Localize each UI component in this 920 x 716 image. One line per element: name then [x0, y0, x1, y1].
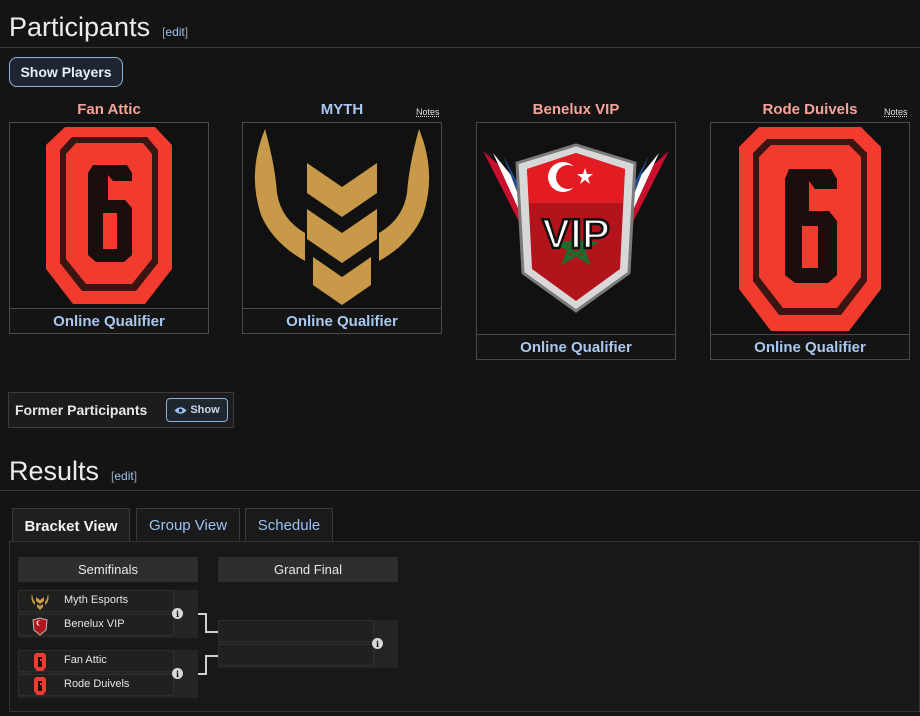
notes-myth[interactable]: Notes	[416, 107, 440, 117]
match-team-row-empty[interactable]	[218, 644, 374, 666]
participants-divider	[0, 47, 920, 48]
benelux-vip-logo-icon: VIP	[483, 143, 669, 313]
rainbow-six-logo-icon	[739, 127, 881, 331]
results-edit-link[interactable]: edit	[114, 469, 133, 483]
team-name-myth[interactable]: MYTH	[242, 101, 442, 118]
match-team-name: Benelux VIP	[64, 618, 125, 630]
qualifier-rode-duivels[interactable]: Online Qualifier	[710, 334, 910, 360]
match-info-icon[interactable]: i	[172, 668, 183, 679]
results-heading: Results [edit]	[9, 456, 137, 487]
participants-edit: [edit]	[162, 25, 189, 39]
match-team-row[interactable]: Benelux VIP	[18, 614, 174, 636]
match-semifinal-1[interactable]: Myth Esports Benelux VIP i	[18, 590, 198, 638]
match-team-row[interactable]: Myth Esports	[18, 590, 174, 612]
former-participants-show-label: Show	[190, 404, 220, 416]
participants-title: Participants	[9, 12, 151, 42]
round-header-semifinals: Semifinals	[18, 557, 198, 582]
team-name-fan-attic[interactable]: Fan Attic	[9, 101, 209, 118]
benelux-vip-logo-icon	[32, 617, 48, 636]
former-participants-box: Former Participants Show	[8, 392, 234, 428]
tab-group-view[interactable]: Group View	[136, 508, 240, 542]
match-team-row-empty[interactable]	[218, 620, 374, 642]
match-grand-final[interactable]: i	[218, 620, 398, 668]
participants-edit-link[interactable]: edit	[165, 25, 184, 39]
myth-logo-icon	[254, 129, 430, 305]
team-name-benelux-vip[interactable]: Benelux VIP	[476, 101, 676, 118]
bracket-connector	[205, 655, 207, 675]
tab-bracket-view[interactable]: Bracket View	[12, 508, 130, 543]
myth-logo-icon	[31, 594, 49, 610]
rainbow-six-logo-icon	[34, 653, 46, 671]
results-title: Results	[9, 456, 100, 486]
results-divider	[0, 490, 920, 491]
team-card-rode-duivels: Online Qualifier	[710, 122, 910, 360]
show-players-button[interactable]: Show Players	[9, 57, 123, 87]
results-edit: [edit]	[111, 469, 138, 483]
match-info-icon[interactable]: i	[172, 608, 183, 619]
team-name-rode-duivels[interactable]: Rode Duivels	[710, 101, 910, 118]
svg-text:VIP: VIP	[542, 210, 610, 257]
match-team-name: Myth Esports	[64, 594, 129, 606]
team-card-benelux-vip: VIP Online Qualifier	[476, 122, 676, 360]
team-card-fan-attic: Online Qualifier	[9, 122, 209, 334]
match-semifinal-2[interactable]: Fan Attic Rode Duivels i	[18, 650, 198, 698]
match-info-icon[interactable]: i	[372, 638, 383, 649]
team-card-myth: Online Qualifier	[242, 122, 442, 334]
qualifier-fan-attic[interactable]: Online Qualifier	[9, 308, 209, 334]
tab-schedule[interactable]: Schedule	[245, 508, 333, 542]
match-team-name: Rode Duivels	[64, 678, 130, 690]
qualifier-benelux-vip[interactable]: Online Qualifier	[476, 334, 676, 360]
bracket-connector	[205, 631, 218, 633]
round-header-grand-final: Grand Final	[218, 557, 398, 582]
former-participants-show-button[interactable]: Show	[166, 398, 228, 422]
match-team-row[interactable]: Fan Attic	[18, 650, 174, 672]
match-team-name: Fan Attic	[64, 654, 107, 666]
match-team-row[interactable]: Rode Duivels	[18, 674, 174, 696]
former-participants-label: Former Participants	[15, 402, 148, 418]
rainbow-six-logo-icon	[46, 127, 172, 304]
participants-heading: Participants [edit]	[9, 12, 188, 43]
eye-icon	[174, 406, 187, 414]
bracket-connector	[205, 613, 207, 632]
bracket-connector	[205, 655, 218, 657]
notes-rode-duivels[interactable]: Notes	[884, 107, 908, 117]
rainbow-six-logo-icon	[34, 677, 46, 695]
qualifier-myth[interactable]: Online Qualifier	[242, 308, 442, 334]
